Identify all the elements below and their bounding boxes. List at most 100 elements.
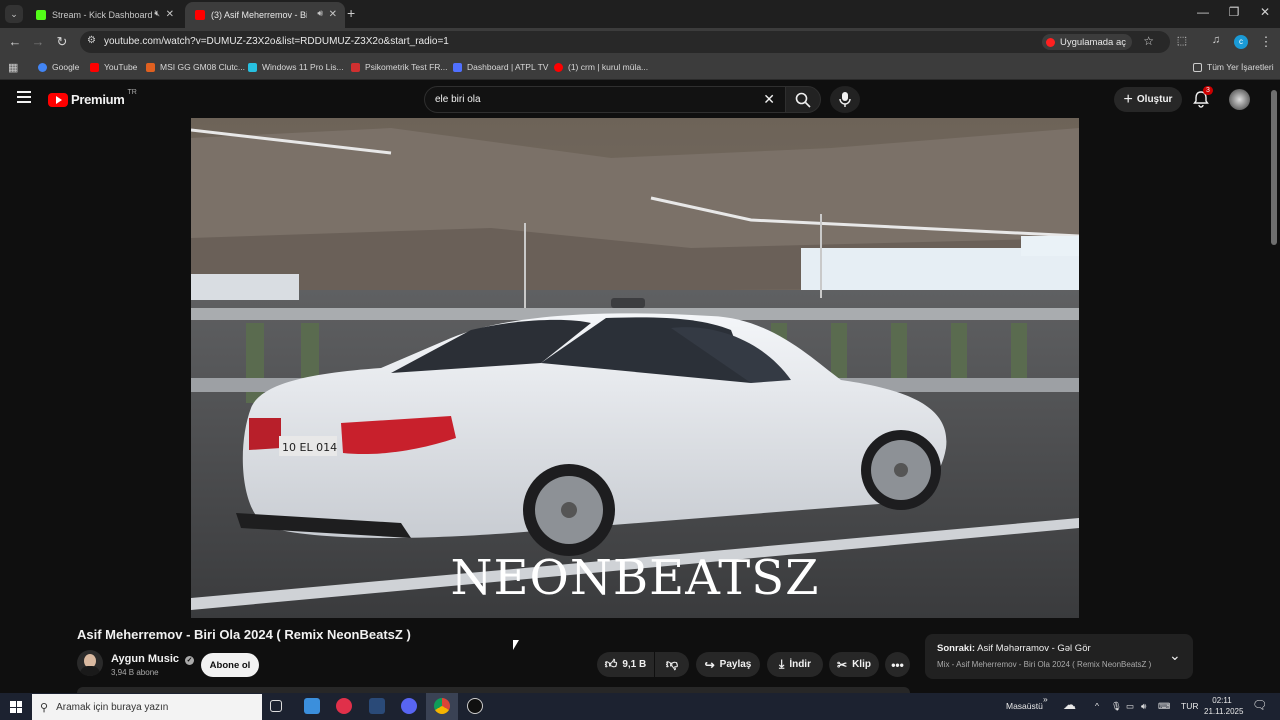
reload-icon[interactable]: ↻	[53, 34, 71, 50]
clip-label: Klip	[852, 659, 871, 670]
bookmark-label: Psikometrik Test FR...	[365, 62, 448, 72]
windows-icon	[248, 62, 257, 72]
folder-icon	[1193, 62, 1202, 72]
page-scrollbar[interactable]	[1271, 90, 1277, 245]
restore-icon[interactable]: ❐	[1219, 5, 1249, 19]
video-watermark: NEONBEATSZ	[450, 550, 820, 606]
game-app-icon[interactable]	[336, 698, 352, 714]
notification-badge: 3	[1203, 86, 1213, 95]
tab-kick-dashboard[interactable]: Stream - Kick Dashboard 🔇︎ ✕	[26, 2, 182, 28]
clip-button[interactable]: ✂ Klip	[829, 652, 879, 677]
extensions-icon[interactable]: ⬚	[1173, 34, 1191, 47]
minimize-icon[interactable]: —	[1188, 5, 1218, 19]
bookmark-psikometrik[interactable]: Psikometrik Test FR...	[351, 62, 448, 72]
forward-icon[interactable]: →	[29, 34, 47, 49]
chevron-right-icon[interactable]: »	[1043, 694, 1048, 704]
like-button[interactable]: 👍︎ 9,1 B	[597, 652, 654, 677]
search-button[interactable]	[785, 86, 821, 113]
notifications-button[interactable]: 3	[1193, 86, 1213, 110]
search-input[interactable]: ele biri ola ✕	[424, 86, 786, 113]
video-frame: 10 EL 014	[191, 118, 1079, 618]
close-tab-icon[interactable]: ✕	[329, 9, 337, 20]
voice-search-button[interactable]	[830, 86, 860, 113]
account-avatar[interactable]	[1229, 89, 1250, 110]
discord-icon[interactable]	[401, 698, 417, 714]
muted-audio-icon[interactable]: 🔇︎	[154, 8, 160, 19]
new-tab-button[interactable]: +	[347, 5, 355, 21]
volume-icon[interactable]: 🔊︎	[1141, 701, 1146, 712]
address-bar[interactable]: ⚙︎ youtube.com/watch?v=DUMUZ-Z3X2o&list=…	[80, 31, 1170, 53]
bookmark-windows[interactable]: Windows 11 Pro Lis...	[248, 62, 344, 72]
show-hidden-icons[interactable]: ^	[1095, 701, 1099, 711]
steam-icon[interactable]	[369, 698, 385, 714]
keyboard-icon[interactable]: ⌨︎	[1158, 701, 1170, 712]
media-control-icon[interactable]: ♫	[1207, 34, 1225, 46]
share-button[interactable]: ↪ Paylaş	[696, 652, 760, 677]
bookmark-label: Windows 11 Pro Lis...	[262, 62, 344, 72]
channel-name-text: Aygun Music	[111, 653, 180, 665]
verified-icon: ✓	[185, 656, 195, 665]
channel-name[interactable]: Aygun Music ✓	[111, 653, 195, 665]
weather-icon[interactable]: ☁︎	[1063, 697, 1076, 713]
bookmark-crm[interactable]: (1) crm | kurul müla...	[554, 62, 648, 72]
open-in-app-chip[interactable]: Uygulamada aç	[1041, 34, 1132, 50]
bookmark-youtube[interactable]: YouTube	[90, 62, 137, 72]
bookmark-msi[interactable]: MSI GG GM08 Clutc...	[146, 62, 245, 72]
input-language[interactable]: TUR	[1181, 701, 1198, 711]
taskbar-search-input[interactable]: ⚲ Aramak için buraya yazın	[32, 694, 262, 720]
chrome-taskbar-active[interactable]	[426, 693, 458, 720]
profile-avatar[interactable]: c	[1234, 35, 1248, 49]
search-query: ele biri ola	[435, 94, 481, 105]
up-next-card[interactable]: Sonraki: Asif Məhərramov - Gəl Gör Mix -…	[925, 634, 1193, 679]
tab-search-button[interactable]: ⌄	[5, 5, 23, 23]
video-player[interactable]: 10 EL 014 NEONBEATSZ	[191, 118, 1079, 618]
license-plate: 10 EL 014	[282, 441, 337, 454]
youtube-icon	[90, 62, 99, 72]
kick-app-icon[interactable]	[467, 698, 483, 714]
google-icon	[38, 62, 47, 72]
all-bookmarks[interactable]: Tüm Yer İşaretleri	[1193, 62, 1274, 72]
file-explorer-icon[interactable]	[304, 698, 320, 714]
thumbs-up-icon: 👍︎	[604, 657, 618, 671]
tab-youtube-video[interactable]: (3) Asif Meherremov - Biri O 🔊︎ ✕	[185, 2, 345, 28]
hamburger-menu-icon[interactable]	[17, 91, 31, 103]
region-code: TR	[127, 89, 137, 96]
close-tab-icon[interactable]: ✕	[166, 9, 174, 20]
download-label: İndir	[789, 659, 811, 670]
channel-avatar[interactable]	[77, 650, 103, 676]
microphone-tray-icon[interactable]: 🎙︎	[1111, 701, 1122, 712]
bookmark-star-icon[interactable]: ☆	[1143, 34, 1154, 48]
subscribe-button[interactable]: Abone ol	[201, 653, 259, 677]
bookmark-atpl[interactable]: Dashboard | ATPL TV	[453, 62, 548, 72]
notification-center-icon[interactable]: 🗨︎	[1252, 698, 1267, 712]
desktop-toolbar-label[interactable]: Masaüstü	[1006, 701, 1043, 711]
chevron-down-icon[interactable]: ⌄	[1169, 647, 1181, 664]
create-button[interactable]: + Oluştur	[1114, 87, 1182, 112]
menu-kebab-icon[interactable]: ⋮	[1257, 34, 1275, 50]
subscriber-count: 3,94 B abone	[111, 668, 159, 677]
url-text[interactable]: youtube.com/watch?v=DUMUZ-Z3X2o&list=RDD…	[104, 36, 449, 47]
apps-grid-icon[interactable]: ▦	[8, 61, 18, 74]
back-icon[interactable]: ←	[6, 34, 24, 49]
search-icon	[795, 92, 811, 108]
network-icon[interactable]: ▭	[1126, 701, 1134, 712]
task-view-icon[interactable]	[270, 700, 282, 712]
clear-search-icon[interactable]: ✕	[763, 91, 775, 108]
clock-date: 21.11.2025	[1204, 707, 1244, 716]
download-button[interactable]: ⤓ İndir	[767, 652, 823, 677]
bookmark-label: Dashboard | ATPL TV	[467, 62, 549, 72]
windows-start-icon[interactable]	[10, 701, 22, 713]
bookmark-google[interactable]: Google	[38, 62, 79, 72]
bookmark-label: (1) crm | kurul müla...	[568, 62, 649, 72]
audio-playing-icon[interactable]: 🔊︎	[317, 8, 323, 19]
youtube-premium-logo[interactable]: Premium TR	[48, 89, 137, 107]
dislike-button[interactable]: 👎︎	[655, 652, 689, 677]
site-info-icon[interactable]: ⚙︎	[87, 35, 96, 46]
clock[interactable]: 02:11 21.11.2025	[1204, 695, 1244, 717]
video-title: Asif Meherremov - Biri Ola 2024 ( Remix …	[77, 627, 411, 642]
open-in-app-label: Uygulamada aç	[1059, 36, 1126, 48]
search-icon: ⚲	[40, 701, 49, 714]
scissors-icon: ✂	[837, 657, 848, 672]
close-window-icon[interactable]: ✕	[1250, 5, 1280, 19]
more-actions-button[interactable]: •••	[885, 652, 910, 677]
